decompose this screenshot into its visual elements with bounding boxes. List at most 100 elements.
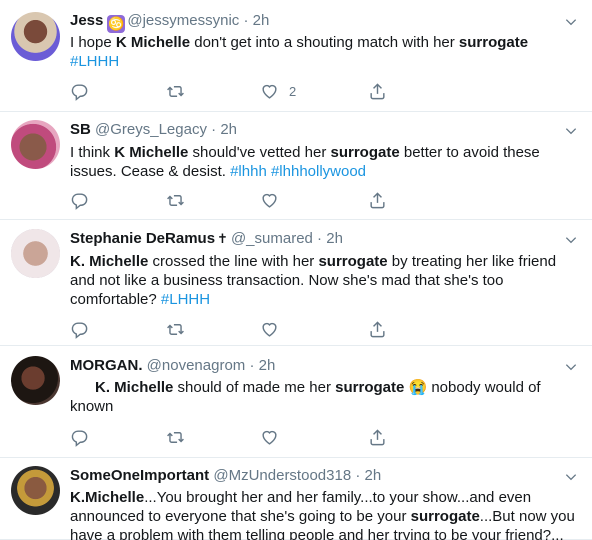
tweet-text: I think K Michelle should've vetted her … <box>70 143 580 181</box>
text-segment: I hope <box>70 34 116 51</box>
tweet-text: K.Michelle...You brought her and her fam… <box>70 488 580 540</box>
hashtag-link[interactable]: #LHHH <box>161 291 210 308</box>
text-segment: don't get into a shouting match with her <box>190 34 459 51</box>
text-segment: should of made me her <box>173 379 336 396</box>
tweet-feed: Jess ♋ @jessymessynic · 2h I hope K Michell… <box>0 0 592 540</box>
retweet-icon <box>166 82 185 101</box>
share-icon <box>368 82 387 101</box>
like-button[interactable] <box>260 189 289 211</box>
separator-dot: · <box>351 467 365 484</box>
reply-icon <box>70 82 89 101</box>
chevron-down-icon[interactable] <box>564 124 578 138</box>
share-icon <box>368 191 387 210</box>
text-segment <box>70 379 95 396</box>
timestamp[interactable]: 2h <box>365 467 382 484</box>
display-name[interactable]: MORGAN. <box>70 357 143 374</box>
timestamp[interactable]: 2h <box>220 121 237 138</box>
tweet-header: Jess ♋ @jessymessynic · 2h <box>70 11 270 33</box>
text-segment <box>528 34 532 51</box>
highlighted-keyword: K. Michelle <box>70 253 149 270</box>
retweet-button[interactable] <box>166 426 195 448</box>
highlighted-keyword: K Michelle <box>115 34 191 51</box>
highlighted-keyword: K. Michelle <box>95 379 174 396</box>
display-name[interactable]: SB <box>70 121 91 138</box>
timestamp[interactable]: 2h <box>326 230 343 247</box>
share-button[interactable] <box>368 80 397 102</box>
user-handle[interactable]: @MzUnderstood318 <box>213 467 351 484</box>
retweet-button[interactable] <box>166 189 195 211</box>
share-button[interactable] <box>368 189 397 211</box>
hashtag-link[interactable]: #LHHH <box>70 53 119 70</box>
like-button[interactable] <box>260 318 289 340</box>
user-handle[interactable]: @novenagrom <box>147 357 246 374</box>
tweet-header: SB @Greys_Legacy · 2h <box>70 120 237 140</box>
highlighted-keyword: surrogate <box>318 253 388 270</box>
reply-icon <box>70 191 89 210</box>
like-button[interactable]: 2 <box>260 80 296 102</box>
tweet[interactable]: SomeOneImportant @MzUnderstood318 · 2h K.… <box>0 458 592 540</box>
highlighted-keyword: surrogate <box>458 34 529 51</box>
timestamp[interactable]: 2h <box>259 357 276 374</box>
retweet-button[interactable] <box>166 318 195 340</box>
tweet-actions <box>70 426 400 448</box>
reply-icon <box>70 428 89 447</box>
share-icon <box>368 428 387 447</box>
tweet-text: K. Michelle crossed the line with her su… <box>70 252 580 309</box>
retweet-icon <box>166 320 185 339</box>
tweet[interactable]: SB @Greys_Legacy · 2h I think K Michelle … <box>0 112 592 220</box>
cross-icon: ✝ <box>217 231 228 246</box>
like-count: 2 <box>289 83 297 99</box>
share-icon <box>368 320 387 339</box>
separator-dot: · <box>312 230 327 247</box>
share-button[interactable] <box>368 318 397 340</box>
display-name[interactable]: Jess <box>70 12 103 29</box>
chevron-down-icon[interactable] <box>564 360 578 374</box>
tweet-text: I hope K Michelle don't get into a shout… <box>70 33 580 71</box>
retweet-icon <box>166 428 185 447</box>
reply-button[interactable] <box>70 318 99 340</box>
highlighted-keyword: K.Michelle <box>70 489 145 506</box>
user-handle[interactable]: @Greys_Legacy <box>95 121 207 138</box>
like-button[interactable] <box>260 426 289 448</box>
avatar[interactable] <box>11 120 60 169</box>
highlighted-keyword: surrogate <box>410 508 480 525</box>
cancer-zodiac-icon: ♋ <box>107 15 126 33</box>
tweet[interactable]: MORGAN. @novenagrom · 2h K. Michelle sho… <box>0 346 592 458</box>
tweet-header: MORGAN. @novenagrom · 2h <box>70 356 275 376</box>
tweet[interactable]: Stephanie DeRamus ✝ @_sumared · 2h K. Miche… <box>0 220 592 346</box>
separator-dot: · <box>206 121 221 138</box>
avatar[interactable] <box>11 12 60 61</box>
heart-icon <box>260 191 279 210</box>
text-segment: should've vetted her <box>188 144 331 161</box>
reply-button[interactable] <box>70 80 99 102</box>
avatar[interactable] <box>11 466 60 515</box>
heart-icon <box>260 82 279 101</box>
highlighted-keyword: surrogate <box>330 144 400 161</box>
tweet[interactable]: Jess ♋ @jessymessynic · 2h I hope K Michell… <box>0 0 592 112</box>
retweet-button[interactable] <box>166 80 195 102</box>
reply-button[interactable] <box>70 426 99 448</box>
tweet-header: SomeOneImportant @MzUnderstood318 · 2h <box>70 466 381 486</box>
heart-icon <box>260 320 279 339</box>
display-name[interactable]: SomeOneImportant <box>70 467 209 484</box>
highlighted-keyword: K Michelle <box>114 144 189 161</box>
avatar[interactable] <box>11 229 60 278</box>
separator-dot: · <box>245 357 259 374</box>
retweet-icon <box>166 191 185 210</box>
chevron-down-icon[interactable] <box>564 470 578 484</box>
reply-button[interactable] <box>70 189 99 211</box>
user-handle[interactable]: @jessymessynic <box>127 12 239 29</box>
share-button[interactable] <box>368 426 397 448</box>
hashtag-link[interactable]: #lhhhollywood <box>271 163 366 180</box>
hashtag-link[interactable]: #lhhh <box>230 163 267 180</box>
chevron-down-icon[interactable] <box>564 15 578 29</box>
chevron-down-icon[interactable] <box>564 233 578 247</box>
highlighted-keyword: surrogate <box>335 379 405 396</box>
text-segment: I think <box>70 144 115 161</box>
avatar[interactable] <box>11 356 60 405</box>
user-handle[interactable]: @_sumared <box>231 230 313 247</box>
tweet-text: K. Michelle should of made me her surrog… <box>70 378 580 416</box>
tweet-header: Stephanie DeRamus ✝ @_sumared · 2h <box>70 229 343 249</box>
display-name[interactable]: Stephanie DeRamus <box>70 230 215 247</box>
timestamp[interactable]: 2h <box>253 12 270 29</box>
